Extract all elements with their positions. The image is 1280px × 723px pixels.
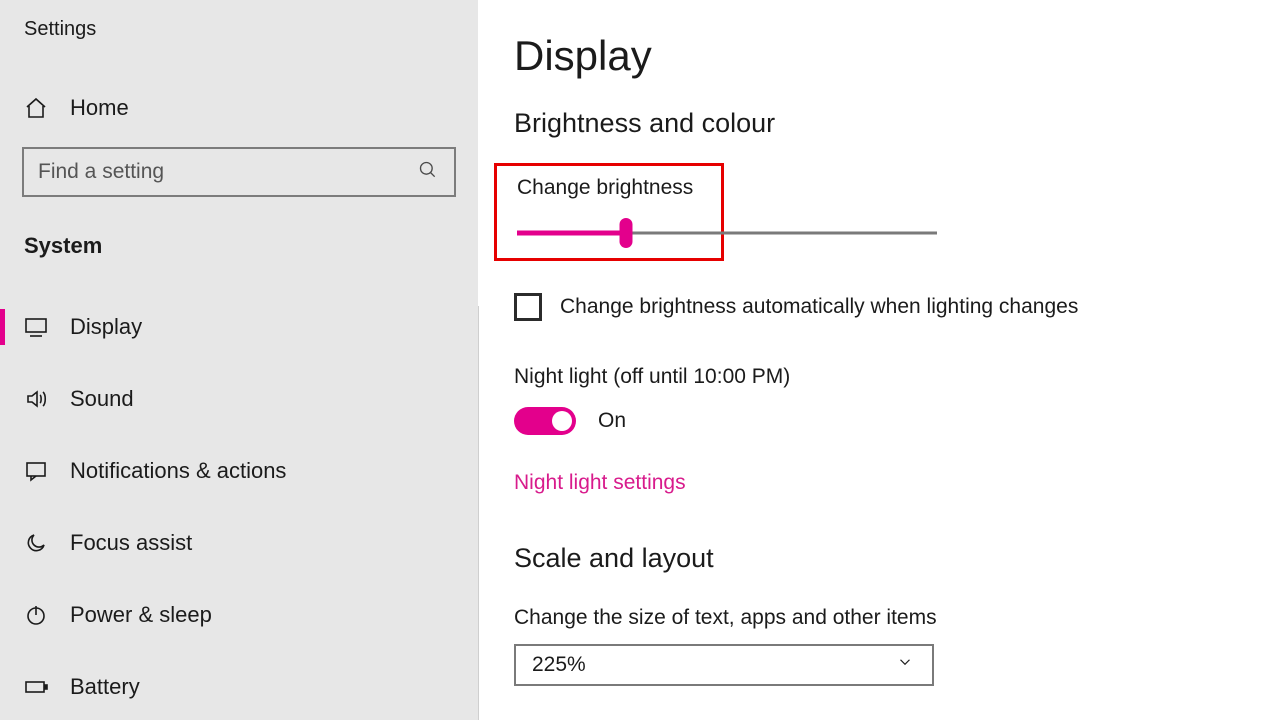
content-divider	[478, 306, 479, 720]
sidebar-item-label: Display	[70, 314, 142, 340]
sidebar-item-focus-assist[interactable]: Focus assist	[0, 507, 478, 579]
sidebar: Settings Home System Display	[0, 0, 478, 720]
scale-selected-value: 225%	[532, 653, 586, 677]
sidebar-item-label: Sound	[70, 386, 134, 412]
app-title: Settings	[0, 18, 478, 41]
tutorial-highlight: Change brightness	[494, 163, 724, 261]
sidebar-item-label: Battery	[70, 674, 140, 700]
search-input[interactable]	[22, 147, 456, 197]
speaker-icon	[24, 387, 48, 411]
sidebar-item-label: Power & sleep	[70, 602, 212, 628]
brightness-slider-thumb[interactable]	[620, 218, 633, 248]
night-light-settings-link[interactable]: Night light settings	[514, 471, 1280, 495]
brightness-slider[interactable]	[517, 226, 937, 240]
sidebar-item-power-sleep[interactable]: Power & sleep	[0, 579, 478, 651]
chevron-down-icon	[896, 653, 920, 677]
night-light-toggle[interactable]	[514, 407, 576, 435]
sidebar-nav: Display Sound Notifications & actions	[0, 291, 478, 723]
scale-caption: Change the size of text, apps and other …	[514, 606, 1280, 630]
sidebar-home[interactable]: Home	[0, 95, 478, 121]
power-icon	[24, 603, 48, 627]
sidebar-item-display[interactable]: Display	[0, 291, 478, 363]
monitor-icon	[24, 315, 48, 339]
battery-icon	[24, 675, 48, 699]
brightness-label: Change brightness	[517, 176, 709, 200]
brightness-heading: Brightness and colour	[514, 108, 1280, 139]
auto-brightness-label: Change brightness automatically when lig…	[560, 295, 1078, 319]
sidebar-item-label: Focus assist	[70, 530, 192, 556]
night-light-state: On	[598, 409, 626, 433]
search-wrap	[22, 147, 456, 197]
scale-dropdown[interactable]: 225%	[514, 644, 934, 686]
sidebar-home-label: Home	[70, 95, 129, 121]
message-icon	[24, 459, 48, 483]
auto-brightness-row[interactable]: Change brightness automatically when lig…	[514, 293, 1280, 321]
sidebar-item-notifications[interactable]: Notifications & actions	[0, 435, 478, 507]
toggle-knob	[552, 411, 572, 431]
sidebar-item-sound[interactable]: Sound	[0, 363, 478, 435]
auto-brightness-checkbox[interactable]	[514, 293, 542, 321]
page-title: Display	[514, 32, 1280, 80]
search-icon	[418, 160, 442, 184]
main: Display Brightness and colour Change bri…	[478, 0, 1280, 720]
sidebar-section-label: System	[0, 233, 478, 259]
scale-heading: Scale and layout	[514, 543, 1280, 574]
moon-icon	[24, 531, 48, 555]
home-icon	[24, 96, 48, 120]
sidebar-item-battery[interactable]: Battery	[0, 651, 478, 723]
night-light-title: Night light (off until 10:00 PM)	[514, 365, 1280, 389]
sidebar-item-label: Notifications & actions	[70, 458, 286, 484]
